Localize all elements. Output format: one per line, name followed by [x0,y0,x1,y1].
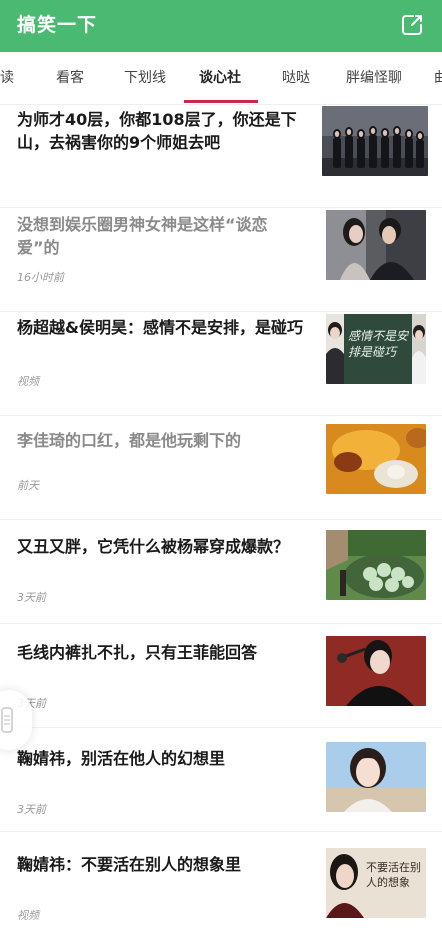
tab-du[interactable]: 读 [0,68,14,88]
article-title: 李佳琦的口红，都是他玩剩下的 [17,431,242,450]
article-item[interactable]: 没想到娱乐圈男神女神是这样“谈恋爱”的 16小时前 [0,208,442,312]
article-tag: 视频 [17,909,39,922]
portrait-photo-thumbnail [326,742,426,812]
food-photo-thumbnail [326,424,426,494]
handle-icon [1,707,13,733]
share-icon[interactable] [400,13,424,37]
article-list: 为师才40层，你都108层了，你还是下山，去祸害你的9个师姐去吧 没想到娱乐圈男… [0,104,442,952]
floating-menu-handle[interactable] [0,690,32,750]
chalkboard-handwriting: 感情不是安排是碰巧 [348,329,409,359]
basket-photo-thumbnail [326,530,426,600]
article-title: 杨超越&侯明昊：感情不是安排，是碰巧 [17,318,303,337]
article-tag: 视频 [17,375,39,388]
group-photo-thumbnail [322,106,428,176]
chalkboard-photo-thumbnail: 感情不是安排是碰巧 [326,314,426,384]
article-title: 毛线内裤扎不扎，只有王菲能回答 [17,643,258,662]
article-item[interactable]: 毛线内裤扎不扎，只有王菲能回答 3天前 [0,624,442,728]
active-tab-indicator [184,100,258,103]
tab-xiahuaxian[interactable]: 下划线 [124,68,166,88]
tab-qu[interactable]: 曲 [434,68,442,88]
article-item[interactable]: 又丑又胖，它凭什么被杨幂穿成爆款？ 3天前 [0,520,442,624]
article-title: 鞠婧祎，别活在他人的幻想里 [17,749,226,768]
article-item[interactable]: 李佳琦的口红，都是他玩剩下的 前天 [0,416,442,520]
tab-kanke[interactable]: 看客 [56,68,84,88]
tab-dada[interactable]: 哒哒 [282,68,310,88]
article-title: 又丑又胖，它凭什么被杨幂穿成爆款？ [17,537,290,556]
article-time: 3天前 [17,803,46,816]
app-title: 搞笑一下 [17,14,98,36]
app-header: 搞笑一下 [0,0,442,52]
article-time: 前天 [17,479,39,492]
category-tabs: 读 看客 下划线 谈心社 哒哒 胖编怪聊 曲 [0,52,442,105]
article-item[interactable]: 为师才40层，你都108层了，你还是下山，去祸害你的9个师姐去吧 [0,104,442,208]
article-title: 为师才40层，你都108层了，你还是下山，去祸害你的9个师姐去吧 [17,110,297,152]
article-item[interactable]: 鞠婧祎：不要活在别人的想象里 视频 不要活在别人的想象 [0,832,442,952]
article-item[interactable]: 鞠婧祎，别活在他人的幻想里 3天前 [0,728,442,832]
article-title: 没想到娱乐圈男神女神是这样“谈恋爱”的 [17,215,268,257]
tab-tanxinshe[interactable]: 谈心社 [199,68,241,88]
calligraphy-text: 不要活在别人的想象 [366,861,421,889]
article-item[interactable]: 杨超越&侯明昊：感情不是安排，是碰巧 视频 感情不是安排是碰巧 [0,312,442,416]
article-time: 3天前 [17,591,46,604]
singer-photo-thumbnail [326,636,426,706]
article-title: 鞠婧祎：不要活在别人的想象里 [17,855,242,874]
couple-photo-thumbnail [326,210,426,280]
calligraphy-photo-thumbnail: 不要活在别人的想象 [326,848,426,918]
tab-pangbian[interactable]: 胖编怪聊 [346,68,402,88]
article-time: 16小时前 [17,271,64,284]
